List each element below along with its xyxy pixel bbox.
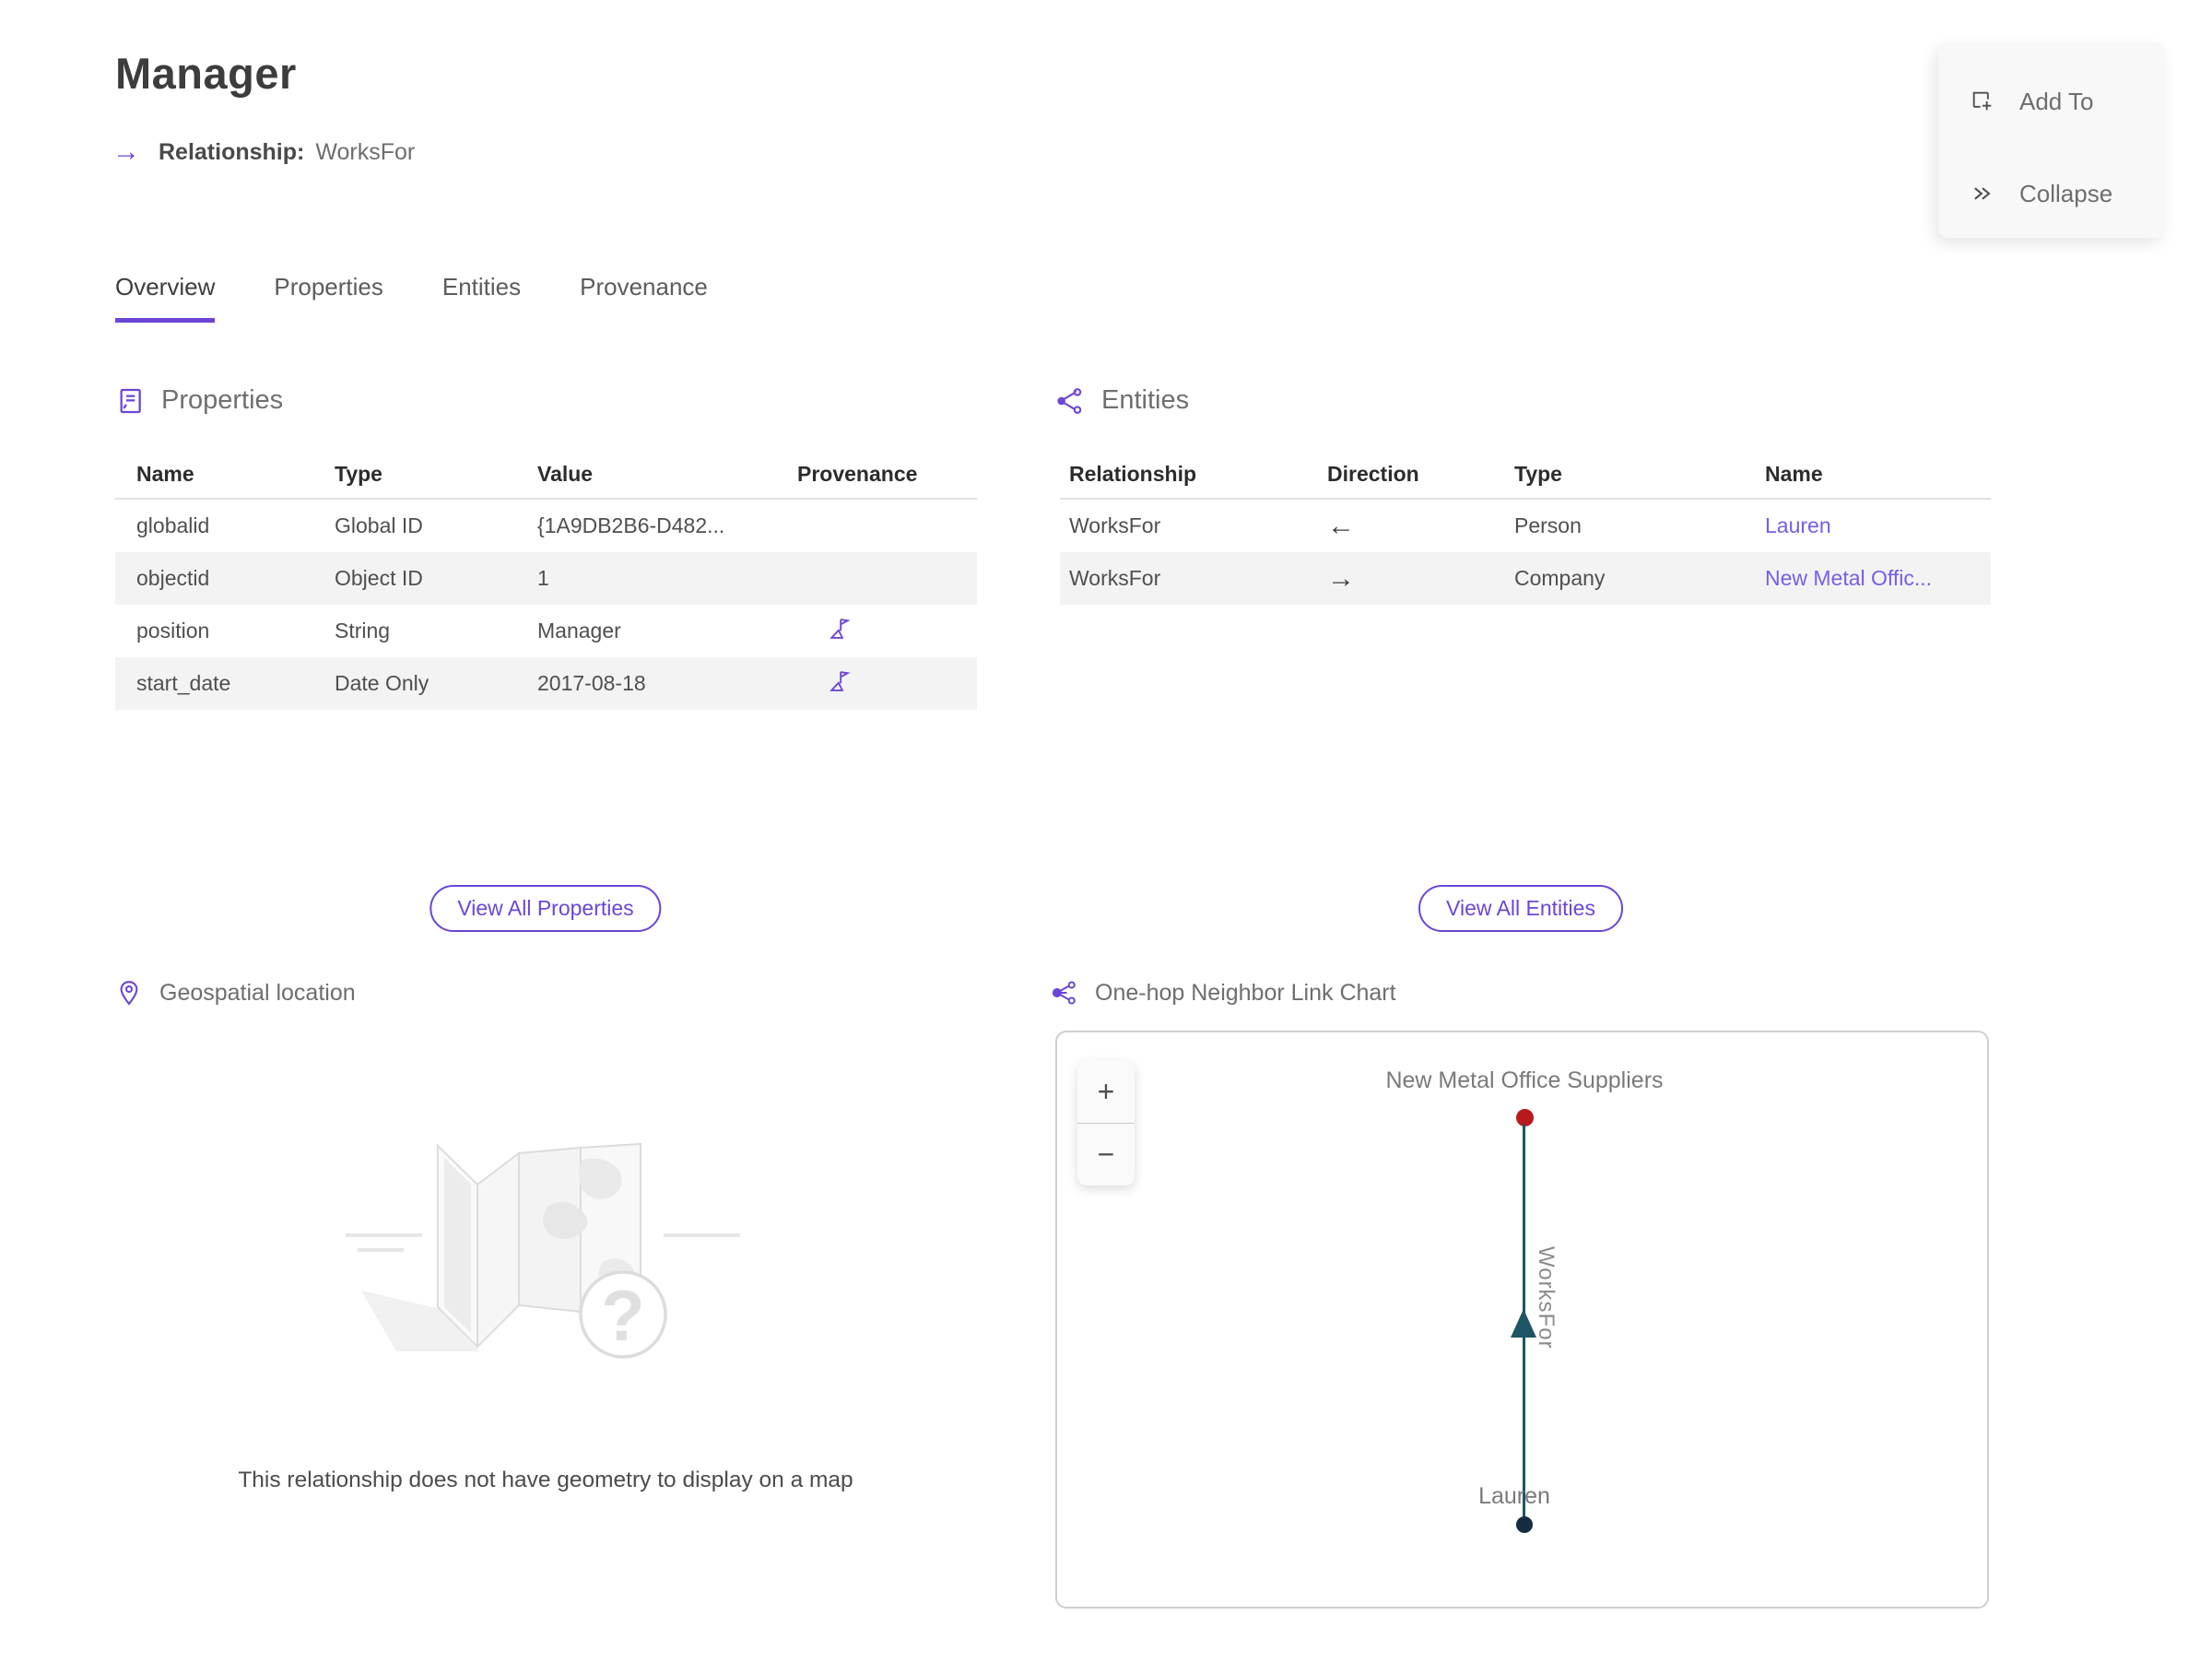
link-chart-section-header: One-hop Neighbor Link Chart bbox=[1051, 979, 1396, 1007]
prop-name: objectid bbox=[136, 566, 210, 590]
tab-provenance[interactable]: Provenance bbox=[580, 273, 708, 323]
entity-type: Company bbox=[1514, 566, 1606, 590]
provenance-flag-icon[interactable] bbox=[827, 668, 853, 694]
col-header-relationship: Relationship bbox=[1069, 461, 1197, 486]
relationship-arrow-icon: → bbox=[112, 136, 140, 167]
prop-value: Manager bbox=[537, 619, 621, 642]
prop-value: {1A9DB2B6-D482... bbox=[537, 513, 725, 537]
prop-type: Global ID bbox=[335, 513, 423, 537]
entity-name-link[interactable]: Lauren bbox=[1756, 513, 1991, 538]
entity-relationship: WorksFor bbox=[1069, 566, 1161, 590]
prop-type: Date Only bbox=[335, 671, 429, 695]
properties-icon bbox=[115, 386, 145, 416]
provenance-flag-icon[interactable] bbox=[827, 616, 853, 642]
properties-section-header: Properties bbox=[115, 385, 283, 416]
page-title: Manager bbox=[115, 49, 297, 98]
entity-type: Person bbox=[1514, 513, 1582, 537]
link-chart-icon bbox=[1051, 979, 1078, 1007]
col-header-name: Name bbox=[1765, 461, 1823, 486]
zoom-in-button[interactable]: + bbox=[1077, 1060, 1135, 1123]
entity-relationship: WorksFor bbox=[1069, 513, 1161, 537]
entities-table-header: Relationship Direction Type Name bbox=[1060, 450, 1991, 500]
prop-type: String bbox=[335, 619, 391, 642]
chart-node-label: Lauren bbox=[1478, 1483, 1550, 1509]
entities-section-title: Entities bbox=[1101, 385, 1190, 415]
link-chart-canvas[interactable]: + − New Metal Office Suppliers WorksFor … bbox=[1055, 1031, 1989, 1609]
direction-arrow-icon: → bbox=[1327, 562, 1355, 594]
zoom-control: + − bbox=[1077, 1060, 1135, 1185]
col-header-value: Value bbox=[537, 461, 594, 486]
tab-overview[interactable]: Overview bbox=[115, 273, 216, 323]
link-chart-section-title: One-hop Neighbor Link Chart bbox=[1095, 979, 1396, 1006]
col-header-type: Type bbox=[335, 461, 382, 486]
tab-entities[interactable]: Entities bbox=[442, 273, 521, 323]
add-to-button[interactable]: Add To bbox=[1938, 81, 2165, 122]
chart-node-label: New Metal Office Suppliers bbox=[1385, 1067, 1664, 1093]
col-header-direction: Direction bbox=[1327, 461, 1419, 486]
table-row: WorksFor ← Person Lauren bbox=[1060, 500, 1991, 552]
prop-name: position bbox=[136, 619, 210, 642]
prop-value: 2017-08-18 bbox=[537, 671, 646, 695]
entities-graph-icon bbox=[1055, 386, 1085, 416]
svg-text:?: ? bbox=[601, 1275, 645, 1356]
properties-section-title: Properties bbox=[161, 385, 284, 415]
map-pin-icon bbox=[115, 979, 143, 1007]
collapse-label: Collapse bbox=[2019, 179, 2113, 207]
add-to-label: Add To bbox=[2019, 87, 2094, 115]
table-row: start_date Date Only 2017-08-18 bbox=[115, 657, 977, 710]
direction-arrow-icon: ← bbox=[1327, 510, 1355, 541]
zoom-out-button[interactable]: − bbox=[1077, 1123, 1135, 1185]
floating-action-panel: Add To Collapse bbox=[1938, 42, 2165, 238]
col-header-name: Name bbox=[136, 461, 194, 486]
collapse-button[interactable]: Collapse bbox=[1938, 173, 2165, 214]
no-geometry-message: This relationship does not have geometry… bbox=[238, 1468, 853, 1492]
tab-bar: Overview Properties Entities Provenance bbox=[115, 273, 708, 323]
entity-name-link[interactable]: New Metal Offic... bbox=[1756, 566, 1991, 591]
tab-properties[interactable]: Properties bbox=[274, 273, 383, 323]
table-row: objectid Object ID 1 bbox=[115, 552, 977, 605]
col-header-type: Type bbox=[1514, 461, 1562, 486]
prop-provenance bbox=[776, 668, 977, 700]
map-placeholder-illustration: ? bbox=[346, 1142, 740, 1359]
properties-table-header: Name Type Value Provenance bbox=[115, 450, 977, 500]
entities-section-header: Entities bbox=[1055, 385, 1189, 416]
table-row: globalid Global ID {1A9DB2B6-D482... bbox=[115, 500, 977, 552]
chart-edge-label: WorksFor bbox=[1534, 1246, 1559, 1350]
view-all-entities-button[interactable]: View All Entities bbox=[1418, 885, 1623, 932]
col-header-provenance: Provenance bbox=[797, 461, 918, 486]
subtitle-value: WorksFor bbox=[315, 138, 416, 165]
prop-type: Object ID bbox=[335, 566, 423, 590]
subtitle-label: Relationship: bbox=[159, 138, 305, 165]
prop-name: globalid bbox=[136, 513, 210, 537]
geospatial-section-title: Geospatial location bbox=[159, 979, 356, 1006]
entities-table: Relationship Direction Type Name WorksFo… bbox=[1060, 450, 1991, 605]
prop-provenance bbox=[776, 616, 977, 647]
prop-value: 1 bbox=[537, 566, 549, 590]
prop-name: start_date bbox=[136, 671, 231, 695]
chart-node-person[interactable] bbox=[1516, 1516, 1533, 1533]
view-all-properties-button[interactable]: View All Properties bbox=[429, 885, 662, 932]
properties-table: Name Type Value Provenance globalid Glob… bbox=[115, 450, 977, 710]
geospatial-section-header: Geospatial location bbox=[115, 979, 356, 1007]
table-row: WorksFor → Company New Metal Offic... bbox=[1060, 552, 1991, 605]
add-to-icon bbox=[1970, 88, 1995, 114]
collapse-chevrons-icon bbox=[1970, 181, 1995, 206]
breadcrumb: → Relationship: WorksFor bbox=[112, 138, 415, 166]
table-row: position String Manager bbox=[115, 605, 977, 657]
